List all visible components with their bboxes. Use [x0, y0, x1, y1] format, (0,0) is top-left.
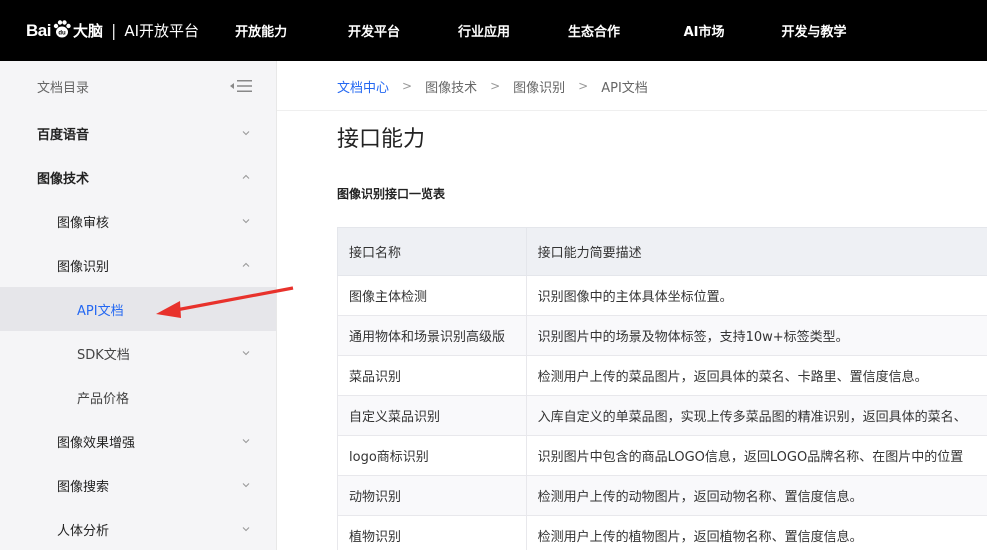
- breadcrumb-separator: >: [578, 79, 589, 93]
- sidebar-item-label: 人体分析: [57, 523, 110, 539]
- breadcrumb-image-recognition[interactable]: 图像识别: [513, 77, 565, 96]
- sidebar-menu: 百度语音图像技术图像审核图像识别 API文档 SDK文档产品价格图像效果增强 图像搜索…: [0, 111, 276, 550]
- baidu-paw-icon: du: [53, 19, 71, 37]
- sidebar-item[interactable]: 人体分析: [0, 507, 276, 550]
- api-desc-cell: 识别图片中包含的商品LOGO信息，返回LOGO品牌名称、在图片中的位置: [525, 435, 987, 476]
- table-header-row: 接口名称 接口能力简要描述: [337, 227, 987, 276]
- sidebar-item[interactable]: 图像搜索: [0, 463, 276, 507]
- sidebar-item[interactable]: 产品价格: [0, 375, 276, 419]
- sidebar-item-label: 图像搜索: [57, 479, 110, 495]
- chevron-down-icon: [242, 131, 250, 136]
- sidebar-item[interactable]: 图像技术: [0, 155, 276, 199]
- sidebar-title: 文档目录: [37, 80, 90, 96]
- api-desc-cell: 识别图片中的场景及物体标签，支持10w+标签类型。: [525, 315, 987, 356]
- table-row: 植物识别 检测用户上传的植物图片，返回植物名称、置信度信息。: [337, 515, 987, 550]
- nav-item-open-capabilities[interactable]: 开放能力: [235, 21, 319, 40]
- nav-item-dev-platform[interactable]: 开发平台: [319, 21, 429, 40]
- chevron-down-icon: [242, 351, 250, 356]
- sidebar-item[interactable]: API文档: [0, 287, 276, 331]
- sidebar-header: 文档目录: [0, 61, 276, 111]
- api-name-cell: 自定义菜品识别: [337, 395, 527, 436]
- sidebar-item-label: 图像效果增强: [57, 435, 136, 451]
- chevron-down-icon: [242, 483, 250, 488]
- sidebar-item-label: 图像技术: [37, 171, 90, 187]
- sidebar-item[interactable]: SDK文档: [0, 331, 276, 375]
- section-subtitle: 图像识别接口一览表: [337, 187, 446, 201]
- chevron-up-icon: [242, 262, 250, 267]
- logo-brain-text: 大脑: [72, 22, 103, 40]
- sidebar-item-label: API文档: [77, 303, 124, 319]
- baidu-ai-logo[interactable]: Bai du 大脑 | AI开放平台: [26, 0, 199, 61]
- top-nav-bar: Bai du 大脑 | AI开放平台 开放能力 开发平台 行业应用 生态合作 A…: [0, 0, 987, 61]
- api-name-cell: 菜品识别: [337, 355, 527, 396]
- table-row: 自定义菜品识别 入库自定义的单菜品图，实现上传多菜品图的精准识别，返回具体的菜名、: [337, 395, 987, 436]
- sidebar-item-label: 图像识别: [57, 259, 110, 275]
- table-row: logo商标识别 识别图片中包含的商品LOGO信息，返回LOGO品牌名称、在图片中…: [337, 435, 987, 476]
- breadcrumb-image-tech[interactable]: 图像技术: [425, 77, 477, 96]
- breadcrumb-api-doc: API文档: [601, 80, 648, 96]
- api-name-cell: 图像主体检测: [337, 275, 527, 316]
- column-header-api-desc: 接口能力简要描述: [525, 227, 987, 276]
- main-nav: 开放能力 开发平台 行业应用 生态合作 AI市场 开发与教学: [235, 21, 869, 40]
- logo-bai-text: Bai: [26, 20, 51, 40]
- api-desc-cell: 检测用户上传的动物图片，返回动物名称、置信度信息。: [525, 475, 987, 516]
- chevron-down-icon: [242, 439, 250, 444]
- chevron-down-icon: [242, 527, 250, 532]
- sidebar-item[interactable]: 百度语音: [0, 111, 276, 155]
- api-name-cell: 植物识别: [337, 515, 527, 550]
- svg-text:du: du: [58, 30, 66, 36]
- table-row: 图像主体检测 识别图像中的主体具体坐标位置。: [337, 275, 987, 316]
- page-title: 接口能力: [337, 127, 426, 152]
- sidebar-item-label: 图像审核: [57, 215, 110, 231]
- chevron-down-icon: [242, 219, 250, 224]
- api-desc-cell: 识别图像中的主体具体坐标位置。: [525, 275, 987, 316]
- breadcrumb-separator: >: [402, 79, 413, 93]
- doc-sidebar: 文档目录 百度语音图像技术图像审核图像识别 API文档 SDK文档产品价格图像效果增…: [0, 61, 277, 550]
- api-name-cell: 通用物体和场景识别高级版: [337, 315, 527, 356]
- logo-platform-text: AI开放平台: [124, 22, 200, 40]
- sidebar-item-label: 百度语音: [37, 127, 90, 143]
- nav-item-ai-market[interactable]: AI市场: [649, 21, 759, 40]
- sidebar-item[interactable]: 图像审核: [0, 199, 276, 243]
- api-desc-cell: 入库自定义的单菜品图，实现上传多菜品图的精准识别，返回具体的菜名、: [525, 395, 987, 436]
- api-desc-cell: 检测用户上传的菜品图片，返回具体的菜名、卡路里、置信度信息。: [525, 355, 987, 396]
- table-row: 菜品识别 检测用户上传的菜品图片，返回具体的菜名、卡路里、置信度信息。: [337, 355, 987, 396]
- logo-separator: |: [110, 21, 117, 40]
- api-name-cell: logo商标识别: [337, 435, 527, 476]
- sidebar-item[interactable]: 图像效果增强: [0, 419, 276, 463]
- sidebar-item[interactable]: 图像识别: [0, 243, 276, 287]
- breadcrumb: 文档中心 > 图像技术 > 图像识别 > API文档: [337, 76, 648, 96]
- sidebar-item-label: 产品价格: [77, 391, 130, 407]
- breadcrumb-doc-center[interactable]: 文档中心: [337, 77, 389, 96]
- nav-item-dev-education[interactable]: 开发与教学: [759, 21, 869, 40]
- table-row: 动物识别 检测用户上传的动物图片，返回动物名称、置信度信息。: [337, 475, 987, 516]
- table-row: 通用物体和场景识别高级版 识别图片中的场景及物体标签，支持10w+标签类型。: [337, 315, 987, 356]
- api-name-cell: 动物识别: [337, 475, 527, 516]
- sidebar-item-label: SDK文档: [77, 347, 130, 363]
- chevron-up-icon: [242, 174, 250, 179]
- breadcrumb-separator: >: [490, 79, 501, 93]
- content-divider: [277, 110, 987, 111]
- nav-item-industry[interactable]: 行业应用: [429, 21, 539, 40]
- column-header-api-name: 接口名称: [337, 227, 527, 276]
- api-list-table: 接口名称 接口能力简要描述 图像主体检测 识别图像中的主体具体坐标位置。 通用物体和…: [337, 227, 987, 550]
- collapse-menu-icon[interactable]: [230, 79, 252, 93]
- nav-item-ecosystem[interactable]: 生态合作: [539, 21, 649, 40]
- api-desc-cell: 检测用户上传的植物图片，返回植物名称、置信度信息。: [525, 515, 987, 550]
